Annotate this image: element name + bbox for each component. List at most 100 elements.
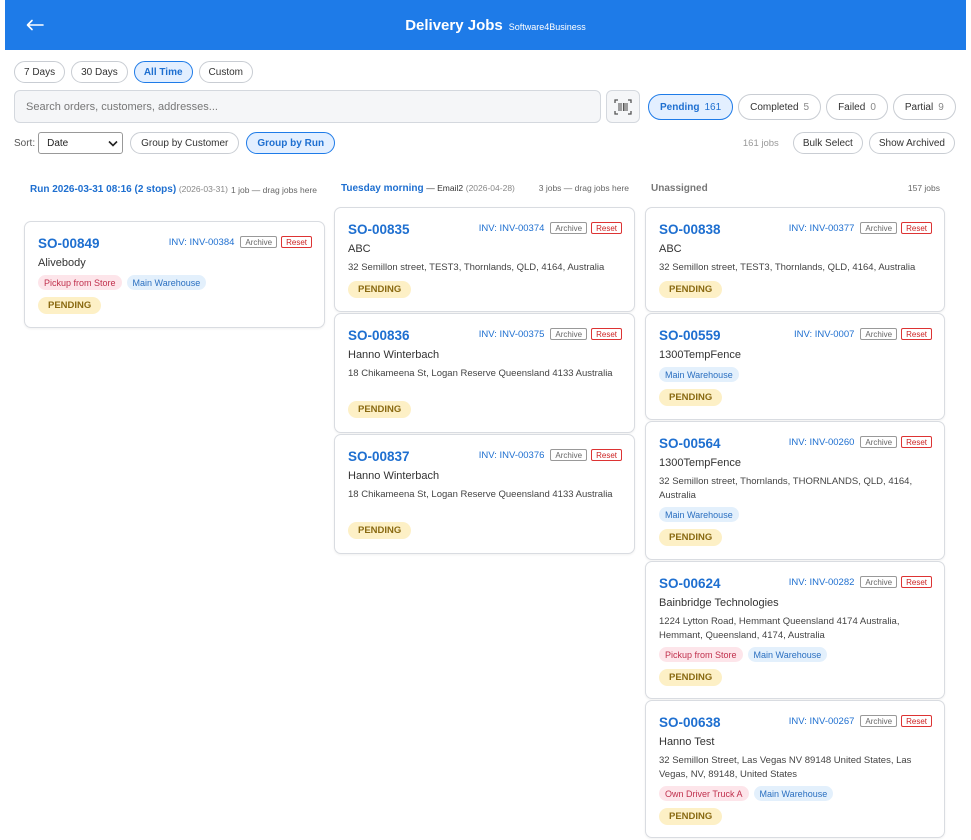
column-date: (2026-04-28) [465,183,515,193]
app-frame: Delivery Jobs Software4Business 7 Days 3… [5,0,966,840]
order-number[interactable]: SO-00835 [348,222,410,237]
job-card[interactable]: SO-00564 INV: INV-00260 Archive Reset 1300Te… [645,421,945,560]
show-archived-button[interactable]: Show Archived [868,132,955,154]
order-number[interactable]: SO-00837 [348,449,410,464]
order-number[interactable]: SO-00838 [659,222,721,237]
archive-button[interactable]: Archive [860,222,898,234]
invoice-number[interactable]: INV: INV-00267 [789,716,855,727]
filter-30-days[interactable]: 30 Days [71,61,128,83]
tag-badge: Own Driver Truck A [659,786,749,801]
order-number[interactable]: SO-00624 [659,576,721,591]
status-badge: PENDING [659,808,723,825]
filter-custom[interactable]: Custom [198,61,253,83]
job-card[interactable]: SO-00624 INV: INV-00282 Archive Reset Bainbr… [645,561,945,699]
order-number[interactable]: SO-00638 [659,715,721,730]
archive-button[interactable]: Archive [860,328,898,340]
scan-button[interactable] [606,90,640,123]
delivery-address: 32 Semillon street, TEST3, Thornlands, Q… [348,262,605,273]
invoice-number[interactable]: INV: INV-00384 [169,237,235,248]
reset-button[interactable]: Reset [591,328,622,340]
status-partial[interactable]: Partial 9 [892,94,956,120]
invoice-number[interactable]: INV: INV-00260 [789,437,855,448]
column-header: Tuesday morning — Email2 (2026-04-28) 3 … [335,176,635,210]
status-failed[interactable]: Failed 0 [826,94,888,120]
status-pending-label: Pending [660,101,700,113]
status-completed[interactable]: Completed 5 [738,94,822,120]
tag-list: Main Warehouse [659,367,739,382]
tag-list: Pickup from Store Main Warehouse [659,647,828,662]
sort-label: Sort: [14,137,36,149]
reset-button[interactable]: Reset [901,436,932,448]
reset-button[interactable]: Reset [901,715,932,727]
invoice-group: INV: INV-00375 Archive Reset [479,328,622,340]
filter-7-days[interactable]: 7 Days [14,61,66,83]
archive-button[interactable]: Archive [240,236,278,248]
reset-button[interactable]: Reset [591,222,622,234]
toolbar-right: 161 jobs Bulk Select Show Archived [743,132,955,154]
job-card[interactable]: SO-00838 INV: INV-00377 Archive Reset ABC 32 … [645,207,945,312]
customer-name: 1300TempFence [659,457,741,469]
arrow-left-icon [26,19,44,31]
unassigned-column: Unassigned 157 jobs [646,176,945,210]
group-by-customer-button[interactable]: Group by Customer [130,132,240,154]
column-hint: 3 jobs — drag jobs here [538,183,629,193]
bulk-select-button[interactable]: Bulk Select [792,132,863,154]
invoice-number[interactable]: INV: INV-0007 [794,329,854,340]
job-card[interactable]: SO-00836 INV: INV-00375 Archive Reset Hanno … [334,313,635,433]
status-completed-label: Completed [750,101,799,113]
invoice-number[interactable]: INV: INV-00374 [479,223,545,234]
invoice-number[interactable]: INV: INV-00375 [479,329,545,340]
reset-button[interactable]: Reset [901,576,932,588]
invoice-number[interactable]: INV: INV-00376 [479,450,545,461]
job-count: 161 jobs [742,137,779,149]
chevron-down-icon [108,140,118,147]
column-hint: 1 job — drag jobs here [231,185,317,195]
filter-all-time[interactable]: All Time [133,61,193,83]
sort-toolbar: Sort: Date Group by Customer Group by Ru… [14,132,336,154]
customer-name: Hanno Test [659,736,715,748]
column-email: — Email2 [426,183,464,193]
back-button[interactable] [23,13,47,37]
group-by-run-button[interactable]: Group by Run [246,132,336,154]
job-card[interactable]: SO-00638 INV: INV-00267 Archive Reset Hanno … [645,700,945,838]
customer-name: ABC [348,243,371,255]
invoice-number[interactable]: INV: INV-00377 [789,223,855,234]
job-card[interactable]: SO-00835 INV: INV-00374 Archive Reset ABC 32 … [334,207,635,312]
archive-button[interactable]: Archive [860,576,898,588]
invoice-number[interactable]: INV: INV-00282 [789,577,855,588]
sort-value: Date [47,137,69,149]
job-card[interactable]: SO-00849 INV: INV-00384 Archive Reset Aliveb… [24,221,325,328]
reset-button[interactable]: Reset [591,449,622,461]
job-card[interactable]: SO-00837 INV: INV-00376 Archive Reset Hanno … [334,434,635,554]
order-number[interactable]: SO-00564 [659,436,721,451]
delivery-address: 1224 Lytton Road, Hemmant Queensland 417… [659,616,900,641]
column-header: Run 2026-03-31 08:16 (2 stops) (2026-03-… [24,176,325,210]
archive-button[interactable]: Archive [860,436,898,448]
search-input[interactable]: Search orders, customers, addresses... [14,90,601,123]
status-partial-label: Partial [904,101,934,113]
customer-name: Bainbridge Technologies [659,597,779,609]
status-failed-count: 0 [870,101,876,113]
status-pending[interactable]: Pending 161 [648,94,734,120]
run-column: Tuesday morning — Email2 (2026-04-28) 3 … [335,176,635,210]
order-number[interactable]: SO-00836 [348,328,410,343]
invoice-group: INV: INV-00374 Archive Reset [479,222,622,234]
order-number[interactable]: SO-00849 [38,236,100,251]
archive-button[interactable]: Archive [860,715,898,727]
sort-select[interactable]: Date [38,132,124,154]
archive-button[interactable]: Archive [550,449,588,461]
archive-button[interactable]: Archive [550,222,588,234]
tag-badge: Pickup from Store [38,275,122,290]
reset-button[interactable]: Reset [901,328,932,340]
status-badge: PENDING [659,669,723,686]
archive-button[interactable]: Archive [550,328,588,340]
invoice-group: INV: INV-0007 Archive Reset [794,328,932,340]
status-badge: PENDING [38,297,102,314]
reset-button[interactable]: Reset [901,222,932,234]
delivery-address: 18 Chikameena St, Logan Reserve Queensla… [348,489,613,500]
tag-list: Own Driver Truck A Main Warehouse [659,786,834,801]
page-subtitle: Software4Business [508,21,586,32]
order-number[interactable]: SO-00559 [659,328,721,343]
job-card[interactable]: SO-00559 INV: INV-0007 Archive Reset 1300Tem… [645,313,945,420]
reset-button[interactable]: Reset [281,236,312,248]
